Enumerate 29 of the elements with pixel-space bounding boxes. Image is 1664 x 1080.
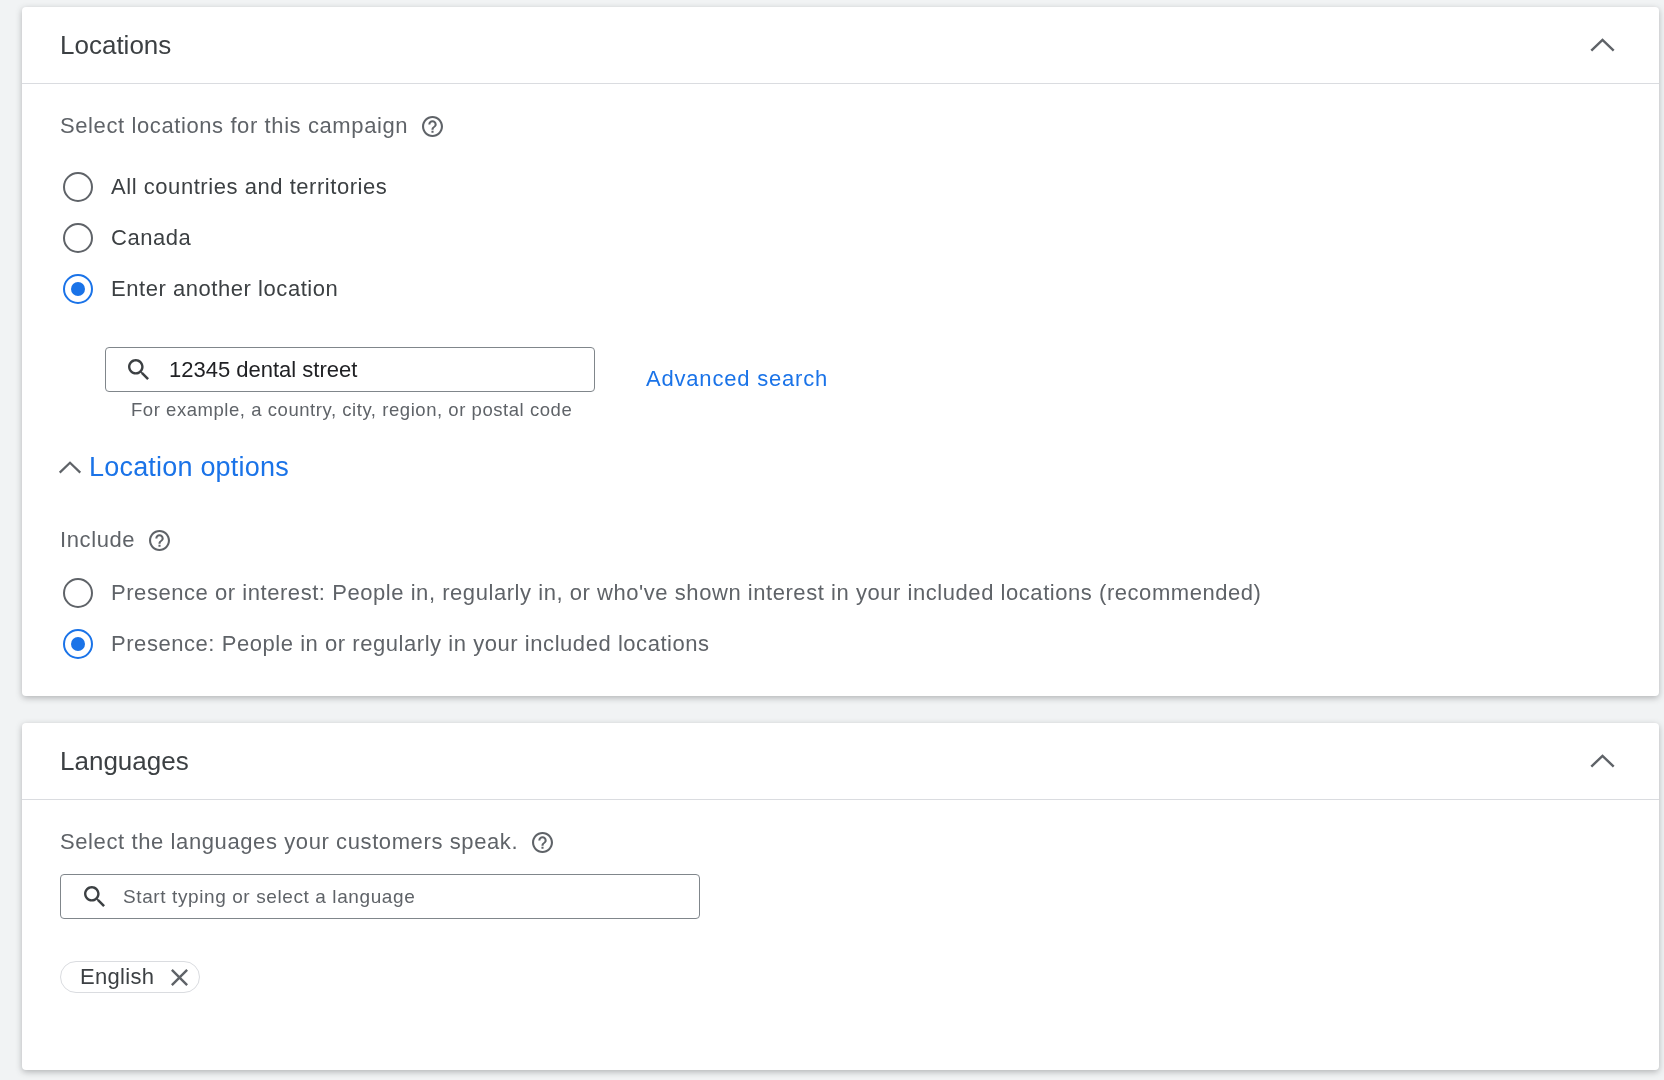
chevron-up-icon[interactable] (58, 460, 82, 474)
chevron-up-icon[interactable] (1589, 38, 1616, 52)
help-icon[interactable] (422, 115, 444, 137)
field-helper-text: For example, a country, city, region, or postal code (131, 398, 574, 422)
panel-title: Locations (60, 29, 172, 61)
search-icon (128, 359, 149, 380)
radio-label: Presence: People in or regularly in your included locations (111, 629, 710, 658)
close-icon[interactable] (171, 968, 189, 986)
radio-button-selected[interactable] (63, 628, 93, 659)
radio-label: All countries and territories (111, 172, 388, 201)
radio-button[interactable] (63, 171, 93, 202)
radio-label: Canada (111, 223, 192, 252)
location-search-field[interactable]: 12345 dental street (105, 347, 595, 392)
language-search-field[interactable]: Start typing or select a language (60, 874, 700, 919)
panel-title: Languages (60, 745, 189, 777)
radio-button[interactable] (63, 222, 93, 253)
section-prompt: Select the languages your customers speak. (60, 828, 519, 856)
advanced-search-link[interactable]: Advanced search (646, 365, 828, 393)
radio-button[interactable] (63, 577, 93, 608)
radio-button-selected[interactable] (63, 273, 93, 304)
section-prompt: Select locations for this campaign (60, 112, 409, 140)
search-icon (84, 886, 105, 907)
help-icon[interactable] (532, 831, 554, 853)
radio-label: Presence or interest: People in, regularly in, or who've shown interest in your included locations (recommended) (111, 578, 1262, 607)
help-icon[interactable] (149, 529, 171, 551)
radio-label: Enter another location (111, 274, 339, 303)
location-options-toggle[interactable]: Location options (58, 451, 289, 483)
include-label: Include (60, 526, 136, 554)
chevron-up-icon[interactable] (1589, 754, 1616, 768)
